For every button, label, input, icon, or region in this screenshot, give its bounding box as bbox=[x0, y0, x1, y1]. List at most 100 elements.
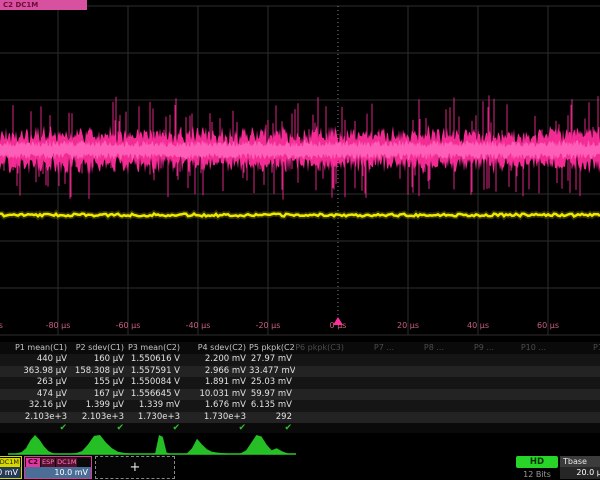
trace-label-badge[interactable]: C2 DC1M bbox=[0, 0, 87, 10]
stat-max-p5: 59.97 mV bbox=[249, 389, 295, 401]
stat-mean-p5: 33.477 mV bbox=[249, 366, 295, 378]
time-axis-label: 20 µs bbox=[397, 321, 419, 330]
c2-channel-label: C2 bbox=[26, 458, 40, 467]
c2-esp-tag: ESP bbox=[41, 458, 55, 467]
stat-num-p10 bbox=[497, 412, 549, 424]
table-row: 2.103e+32.103e+31.730e+31.730e+3292 bbox=[0, 412, 600, 424]
status-check-p6 bbox=[295, 423, 347, 433]
stat-sdev-p8 bbox=[397, 400, 447, 412]
time-axis-label: -80 µs bbox=[46, 321, 71, 330]
stat-sdev-p5: 6.135 mV bbox=[249, 400, 295, 412]
time-axis-label: 40 µs bbox=[467, 321, 489, 330]
channel-c2-descriptor[interactable]: C2 ESP DC1M 10.0 mV bbox=[24, 456, 92, 479]
stat-mean-p3: 1.557591 V bbox=[127, 366, 183, 378]
stat-sdev-p6 bbox=[295, 400, 347, 412]
stat-min-p11 bbox=[549, 377, 600, 389]
stat-max-p2: 167 µV bbox=[70, 389, 127, 401]
parameter-header-10[interactable]: P10 ... bbox=[497, 342, 549, 354]
status-check-p3: ✔ bbox=[127, 423, 183, 433]
stat-mean-p7 bbox=[347, 366, 397, 378]
stat-min-p5: 25.03 mV bbox=[249, 377, 295, 389]
channel-c1-descriptor[interactable]: DC1M 10.0 mV bbox=[0, 456, 22, 479]
parameter-header-5[interactable]: P5 pkpk(C2) bbox=[249, 342, 295, 354]
time-axis-label: 0 µs bbox=[330, 321, 347, 330]
time-axis-label: -20 µs bbox=[256, 321, 281, 330]
status-check-p4: ✔ bbox=[183, 423, 249, 433]
parameter-header-9[interactable]: P9 ... bbox=[447, 342, 497, 354]
stat-max-p11 bbox=[549, 389, 600, 401]
parameter-header-8[interactable]: P8 ... bbox=[397, 342, 447, 354]
status-check-p7 bbox=[347, 423, 397, 433]
hd-mode-badge[interactable]: HD bbox=[516, 456, 558, 468]
stat-value-p8 bbox=[397, 354, 447, 366]
table-row: 32.16 µV1.399 µV1.339 mV1.676 mV6.135 mV bbox=[0, 400, 600, 412]
stat-min-p7 bbox=[347, 377, 397, 389]
parameter-histicons bbox=[0, 433, 600, 457]
stat-num-p8 bbox=[397, 412, 447, 424]
measurement-table: P1 mean(C1)P2 sdev(C1)P3 mean(C2)P4 sdev… bbox=[0, 342, 600, 433]
histicon-p1 bbox=[8, 435, 62, 454]
stat-sdev-p7 bbox=[347, 400, 397, 412]
stat-num-p6 bbox=[295, 412, 347, 424]
stat-min-p8 bbox=[397, 377, 447, 389]
add-trace-button[interactable]: + bbox=[95, 456, 175, 479]
stat-mean-p6 bbox=[295, 366, 347, 378]
parameter-header-4[interactable]: P4 sdev(C2) bbox=[183, 342, 249, 354]
stat-min-p10 bbox=[497, 377, 549, 389]
stat-mean-p10 bbox=[497, 366, 549, 378]
status-check-p11 bbox=[549, 423, 600, 433]
parameter-header-6[interactable]: P6 pkpk(C3) bbox=[295, 342, 347, 354]
histicon-p3 bbox=[140, 435, 178, 454]
parameter-header-2[interactable]: P2 sdev(C1) bbox=[70, 342, 127, 354]
time-axis-label: 60 µs bbox=[537, 321, 559, 330]
stat-value-p4: 2.200 mV bbox=[183, 354, 249, 366]
oscilloscope-screen: C2 DC1M -100 µs-80 µs-60 µs-40 µs-20 µs0… bbox=[0, 0, 600, 480]
stat-value-p3: 1.550616 V bbox=[127, 354, 183, 366]
stat-mean-p8 bbox=[397, 366, 447, 378]
stat-sdev-p10 bbox=[497, 400, 549, 412]
stat-sdev-p2: 1.399 µV bbox=[70, 400, 127, 412]
stat-value-p11 bbox=[549, 354, 600, 366]
parameter-header-7[interactable]: P7 ... bbox=[347, 342, 397, 354]
stat-max-p1: 474 µV bbox=[0, 389, 70, 401]
table-row: 474 µV167 µV1.556645 V10.031 mV59.97 mV bbox=[0, 389, 600, 401]
stat-mean-p2: 158.308 µV bbox=[70, 366, 127, 378]
stat-num-p3: 1.730e+3 bbox=[127, 412, 183, 424]
c1-volts-per-div: 10.0 mV bbox=[0, 467, 21, 478]
stat-min-p2: 155 µV bbox=[70, 377, 127, 389]
stat-num-p7 bbox=[347, 412, 397, 424]
graticule bbox=[0, 0, 600, 338]
status-check-p1: ✔ bbox=[0, 423, 70, 433]
stat-mean-p11 bbox=[549, 366, 600, 378]
stat-sdev-p9 bbox=[447, 400, 497, 412]
status-check-p5: ✔ bbox=[249, 423, 295, 433]
stat-max-p9 bbox=[447, 389, 497, 401]
stat-value-p1: 440 µV bbox=[0, 354, 70, 366]
stat-min-p9 bbox=[447, 377, 497, 389]
stat-max-p7 bbox=[347, 389, 397, 401]
stat-max-p10 bbox=[497, 389, 549, 401]
time-axis-label: -100 µs bbox=[0, 321, 3, 330]
stat-value-p10 bbox=[497, 354, 549, 366]
histicon-p5 bbox=[236, 435, 292, 454]
time-axis-label: -40 µs bbox=[186, 321, 211, 330]
stat-mean-p4: 2.966 mV bbox=[183, 366, 249, 378]
stat-num-p11 bbox=[549, 412, 600, 424]
stat-num-p5: 292 bbox=[249, 412, 295, 424]
table-row: 263 µV155 µV1.550084 V1.891 mV25.03 mV bbox=[0, 377, 600, 389]
status-check-p10 bbox=[497, 423, 549, 433]
stat-value-p2: 160 µV bbox=[70, 354, 127, 366]
stat-max-p3: 1.556645 V bbox=[127, 389, 183, 401]
table-row: ✔✔✔✔✔ bbox=[0, 423, 600, 433]
parameter-header-1[interactable]: P1 mean(C1) bbox=[0, 342, 70, 354]
table-row: 440 µV160 µV1.550616 V2.200 mV27.97 mV bbox=[0, 354, 600, 366]
parameter-header-11[interactable]: P11 ... bbox=[549, 342, 600, 354]
parameter-header-3[interactable]: P3 mean(C2) bbox=[127, 342, 183, 354]
stat-mean-p9 bbox=[447, 366, 497, 378]
timebase-descriptor[interactable]: Tbase 20.0 µs bbox=[560, 456, 600, 480]
stat-value-p5: 27.97 mV bbox=[249, 354, 295, 366]
histicon-p4 bbox=[182, 439, 232, 454]
stat-value-p6 bbox=[295, 354, 347, 366]
c2-volts-per-div: 10.0 mV bbox=[25, 467, 91, 478]
histicon-p2 bbox=[64, 435, 136, 454]
